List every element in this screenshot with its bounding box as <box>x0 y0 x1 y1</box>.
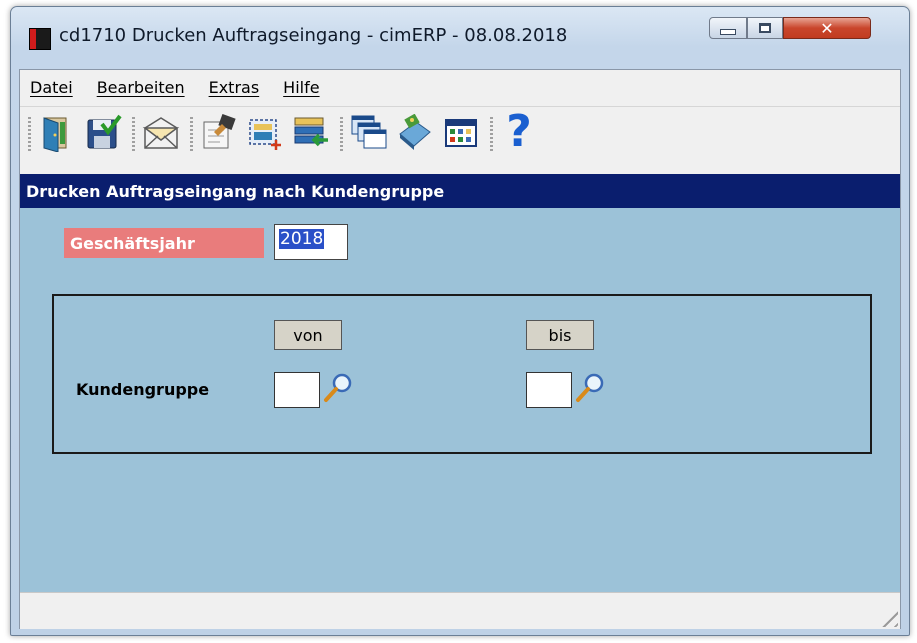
application-window: cd1710 Drucken Auftragseingang - cimERP … <box>10 6 910 636</box>
toolbar-grip[interactable] <box>340 117 343 151</box>
minimize-button[interactable] <box>709 17 747 39</box>
toolbar-grip[interactable] <box>190 117 193 151</box>
close-icon: ✕ <box>820 18 834 38</box>
menu-datei[interactable]: Datei <box>30 78 73 97</box>
save-check-icon[interactable] <box>84 114 122 152</box>
minimize-icon <box>720 29 736 35</box>
kundengruppe-label: Kundengruppe <box>76 380 210 399</box>
title-bar[interactable]: cd1710 Drucken Auftragseingang - cimERP … <box>11 7 909 67</box>
kundengruppe-group: von bis Kundengruppe <box>52 294 872 454</box>
menu-bearbeiten[interactable]: Bearbeiten <box>97 78 185 97</box>
close-button[interactable]: ✕ <box>783 17 871 39</box>
bis-header: bis <box>526 320 594 350</box>
resize-grip[interactable] <box>876 605 898 627</box>
status-bar <box>20 592 900 629</box>
toolbar-grip[interactable] <box>132 117 135 151</box>
kundengruppe-von-input[interactable] <box>274 372 320 408</box>
toolbar: ? <box>20 106 900 175</box>
section-header: Drucken Auftragseingang nach Kundengrupp… <box>20 174 900 208</box>
geschaeftsjahr-label: Geschäftsjahr <box>64 228 264 258</box>
list-import-icon[interactable] <box>292 114 330 152</box>
exit-door-icon[interactable] <box>38 114 76 152</box>
toolbar-grip[interactable] <box>28 117 31 151</box>
edit-form-icon[interactable] <box>200 114 238 152</box>
toolbar-grip[interactable] <box>490 117 493 151</box>
maximize-button[interactable] <box>747 17 783 39</box>
geschaeftsjahr-input[interactable]: 2018 <box>274 224 348 260</box>
kundengruppe-von-lookup-icon[interactable] <box>322 372 354 404</box>
client-area: Datei Bearbeiten Extras Hilfe ? Drucken … <box>19 69 901 629</box>
kundengruppe-bis-input[interactable] <box>526 372 572 408</box>
help-question-icon[interactable]: ? <box>500 109 538 155</box>
von-header: von <box>274 320 342 350</box>
maximize-icon <box>759 23 771 33</box>
windows-stack-icon[interactable] <box>350 114 388 152</box>
form-area: Geschäftsjahr 2018 von bis Kundengruppe <box>20 208 900 592</box>
kundengruppe-bis-lookup-icon[interactable] <box>574 372 606 404</box>
geschaeftsjahr-value: 2018 <box>279 229 325 249</box>
menu-bar: Datei Bearbeiten Extras Hilfe <box>20 70 900 104</box>
print-book-icon[interactable] <box>396 114 434 152</box>
new-selection-icon[interactable] <box>246 114 284 152</box>
menu-hilfe[interactable]: Hilfe <box>283 78 319 97</box>
calendar-grid-icon[interactable] <box>442 114 480 152</box>
window-title: cd1710 Drucken Auftragseingang - cimERP … <box>59 25 568 46</box>
mail-envelope-icon[interactable] <box>142 114 180 152</box>
app-icon <box>29 28 51 50</box>
menu-extras[interactable]: Extras <box>209 78 260 97</box>
